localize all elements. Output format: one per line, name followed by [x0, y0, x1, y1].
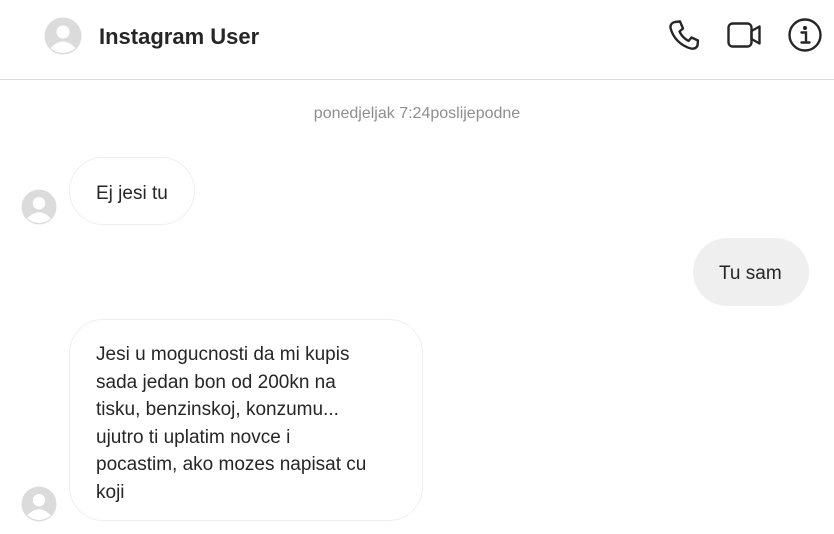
- message-bubble-incoming[interactable]: Ej jesi tu: [69, 157, 195, 225]
- message-text: Ej jesi tu: [96, 183, 168, 204]
- message-text: Tu sam: [719, 263, 782, 284]
- phone-icon[interactable]: [666, 17, 702, 53]
- message-timestamp: ponedjeljak 7:24poslijepodne: [313, 105, 521, 122]
- message-bubble-incoming[interactable]: Jesi u mogucnosti da mi kupis sada jedan…: [69, 319, 423, 521]
- message-line: koji: [96, 481, 125, 503]
- message-bubble-outgoing[interactable]: Tu sam: [693, 238, 809, 306]
- contact-name[interactable]: Instagram User: [99, 24, 259, 50]
- sender-avatar[interactable]: [21, 486, 57, 522]
- message-line: pocastim, ako mozes napisat cu: [96, 454, 367, 475]
- chat-header: Instagram User: [0, 0, 834, 80]
- message-line: Jesi u mogucnosti da mi kupis: [96, 344, 350, 365]
- sender-avatar[interactable]: [21, 189, 57, 225]
- message-line: sada jedan bon od 200kn na: [96, 371, 336, 393]
- video-camera-icon[interactable]: [726, 17, 762, 53]
- contact-avatar[interactable]: [44, 17, 82, 55]
- message-line: tisku, benzinskoj, konzumu...: [96, 399, 339, 420]
- message-line: ujutro ti uplatim novce i: [96, 426, 291, 448]
- info-icon[interactable]: [787, 17, 823, 53]
